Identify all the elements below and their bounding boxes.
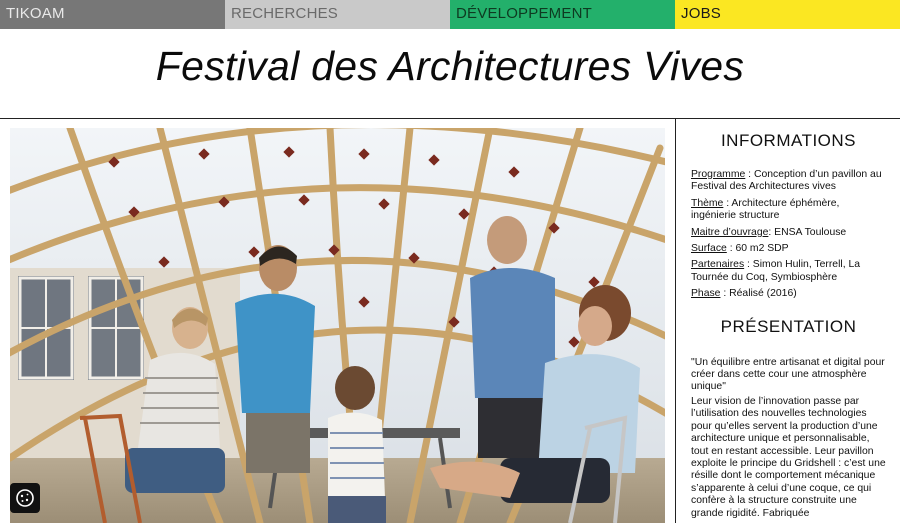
presentation-quote: "Un équilibre entre artisanat et digital… <box>691 356 885 393</box>
info-value: : Réalisé (2016) <box>720 288 797 300</box>
nav-item-jobs[interactable]: JOBS <box>675 0 900 29</box>
top-navigation: TIKOAM RECHERCHES DÉVELOPPEMENT JOBS <box>0 0 900 29</box>
info-row-maitre-ouvrage: Maitre d’ouvrage: ENSA Toulouse <box>691 227 886 239</box>
info-row-partenaires: Partenaires : Simon Hulin, Terrell, La T… <box>691 259 886 284</box>
nav-item-tikoam[interactable]: TIKOAM <box>0 0 225 29</box>
info-value: : 60 m2 SDP <box>726 243 789 255</box>
info-key[interactable]: Thème <box>691 198 723 209</box>
presentation-text: Leur vision de l’innovation passe par l’… <box>691 395 886 519</box>
cookie-icon <box>16 489 34 507</box>
presentation-heading: PRÉSENTATION <box>720 316 857 336</box>
info-key[interactable]: Programme <box>691 169 745 180</box>
informations-heading: INFORMATIONS <box>720 131 857 150</box>
info-row-programme: Programme : Conception d’un pavillon au … <box>691 169 886 194</box>
project-photo <box>10 128 665 523</box>
info-key[interactable]: Surface <box>691 243 727 254</box>
info-row-surface: Surface : 60 m2 SDP <box>691 243 886 255</box>
info-row-phase: Phase : Réalisé (2016) <box>691 288 886 300</box>
page-title: Festival des Architectures Vives <box>155 43 745 89</box>
info-value: : ENSA Toulouse <box>768 226 847 238</box>
nav-item-recherches[interactable]: RECHERCHES <box>225 0 450 29</box>
info-row-theme: Thème : Architecture éphémère, ingénieri… <box>691 198 886 223</box>
info-key[interactable]: Partenaires <box>691 259 744 270</box>
nav-item-developpement[interactable]: DÉVELOPPEMENT <box>450 0 675 29</box>
info-key[interactable]: Phase <box>691 288 720 299</box>
title-bar: Festival des Architectures Vives <box>0 29 900 119</box>
info-sidebar: INFORMATIONS Programme : Conception d’un… <box>675 119 900 523</box>
cookie-settings-button[interactable] <box>10 483 40 513</box>
info-key[interactable]: Maitre d’ouvrage <box>691 227 768 238</box>
